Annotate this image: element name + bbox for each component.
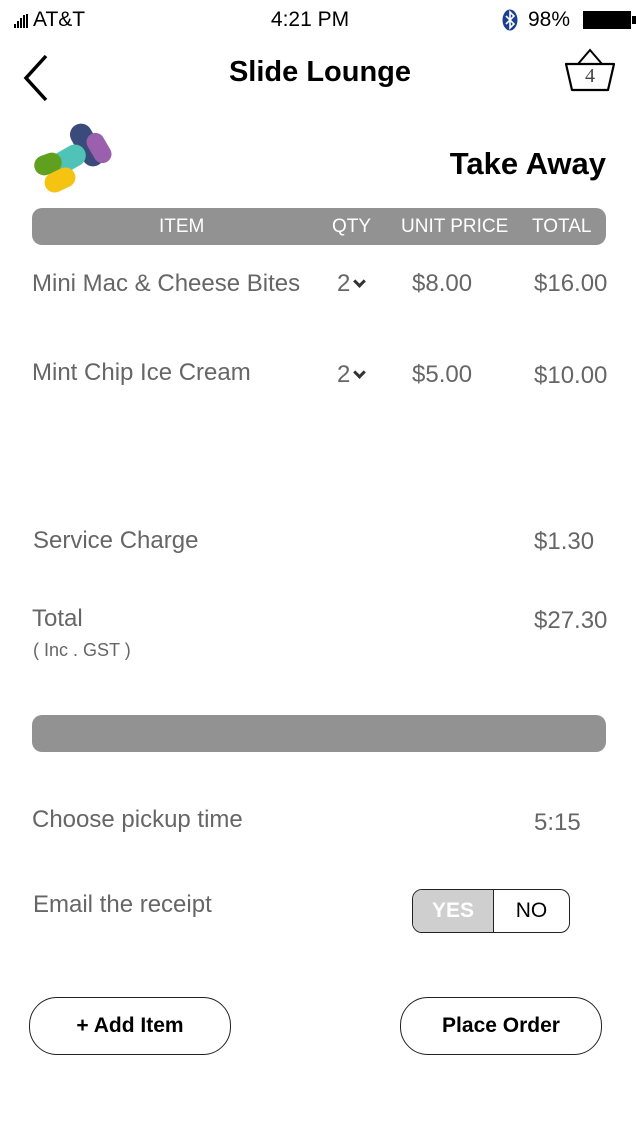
- email-receipt-no[interactable]: NO: [494, 890, 569, 932]
- unit-price: $5.00: [412, 361, 473, 388]
- unit-price: $8.00: [412, 270, 473, 297]
- pickup-time-value[interactable]: 5:15: [534, 809, 581, 837]
- column-header-unit-price: UNIT PRICE: [401, 216, 509, 237]
- chevron-down-icon: [353, 275, 367, 288]
- total-tax-note: ( Inc . GST ): [33, 640, 131, 660]
- total-value: $27.30: [534, 607, 608, 634]
- add-item-button[interactable]: + Add Item: [29, 997, 231, 1055]
- status-bar: AT&T 4:21 PM 98%: [0, 0, 640, 40]
- bluetooth-icon: [502, 9, 518, 31]
- item-name: Mini Mac & Cheese Bites: [32, 270, 301, 297]
- email-receipt-toggle: YES NO: [412, 889, 570, 933]
- item-name: Mint Chip Ice Cream: [32, 359, 251, 386]
- line-total: $10.00: [534, 362, 608, 389]
- column-header-total: TOTAL: [532, 216, 592, 237]
- table-row: Mini Mac & Cheese Bites 2 $8.00 $16.00: [0, 270, 640, 310]
- battery-percent: 98%: [528, 8, 571, 31]
- line-total: $16.00: [534, 270, 608, 297]
- section-divider-bar: [32, 715, 606, 752]
- email-receipt-yes[interactable]: YES: [413, 890, 494, 932]
- service-charge-value: $1.30: [534, 528, 595, 555]
- page-title: Slide Lounge: [228, 56, 412, 88]
- qty-value: 2: [337, 270, 351, 297]
- pickup-time-label: Choose pickup time: [32, 806, 243, 833]
- basket-count: 4: [585, 65, 595, 87]
- table-row: Mint Chip Ice Cream 2 $5.00 $10.00: [0, 359, 640, 399]
- email-receipt-label: Email the receipt: [33, 891, 212, 918]
- basket-button[interactable]: 4: [562, 46, 618, 96]
- order-type-label: Take Away: [449, 146, 606, 181]
- qty-dropdown[interactable]: 2: [337, 270, 367, 298]
- total-label: Total: [32, 605, 83, 632]
- column-header-qty: QTY: [332, 216, 372, 237]
- qty-dropdown[interactable]: 2: [337, 361, 367, 389]
- table-header: ITEM QTY UNIT PRICE TOTAL: [32, 208, 606, 245]
- place-order-button[interactable]: Place Order: [400, 997, 602, 1055]
- battery-icon: [583, 11, 636, 29]
- brand-logo: [34, 123, 112, 193]
- chevron-down-icon: [353, 366, 367, 379]
- qty-value: 2: [337, 361, 351, 388]
- service-charge-label: Service Charge: [33, 527, 199, 554]
- status-time: 4:21 PM: [270, 8, 350, 31]
- column-header-item: ITEM: [159, 216, 205, 237]
